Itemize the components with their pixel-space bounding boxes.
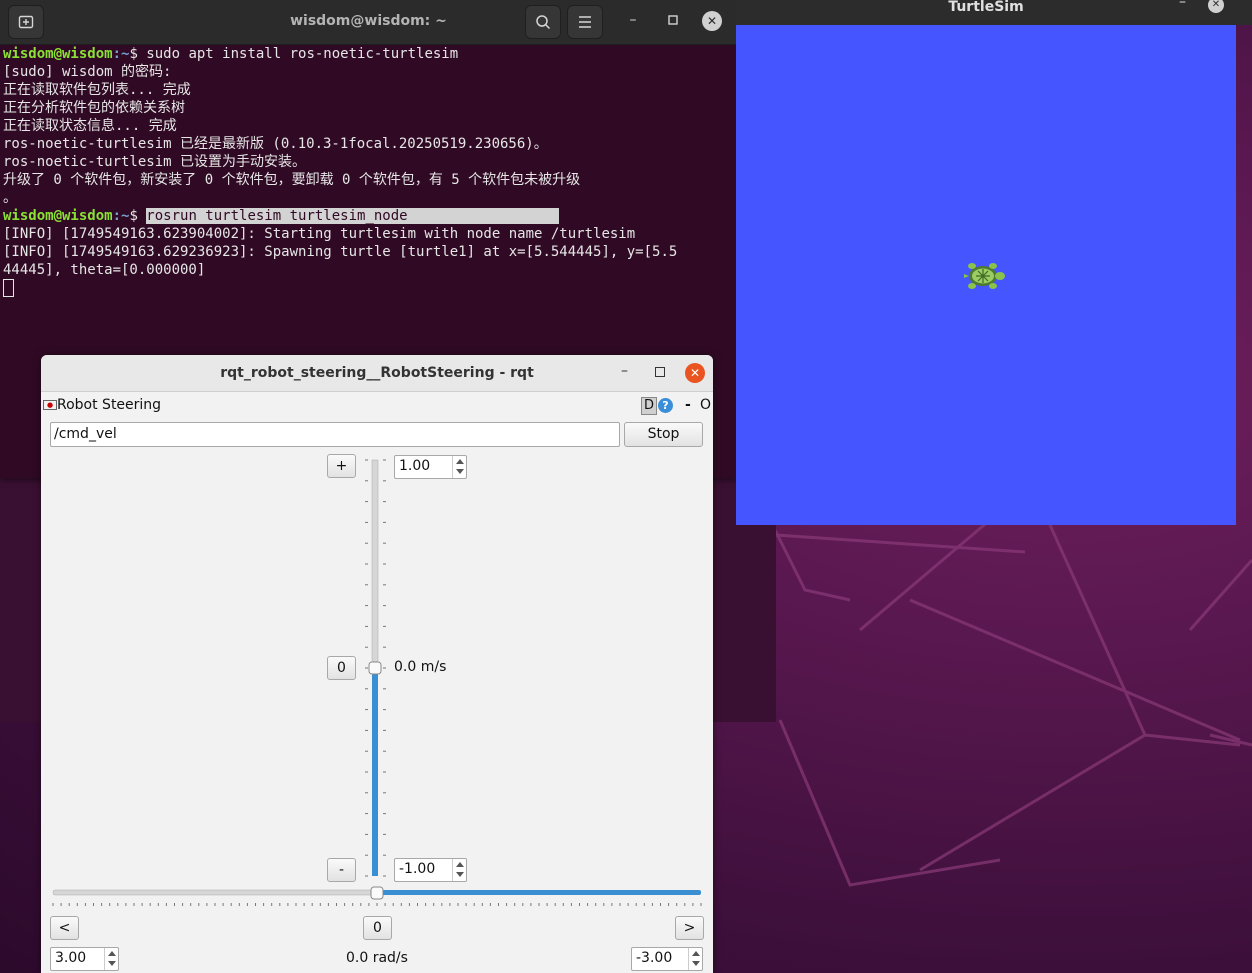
- turn-left-button[interactable]: <: [50, 916, 79, 940]
- slider-fill: [377, 890, 701, 895]
- topic-input[interactable]: /cmd_vel: [50, 422, 620, 447]
- angular-velocity-label: 0.0 rad/s: [346, 950, 408, 966]
- prompt-path: :~: [112, 46, 130, 62]
- terminal-line: 44445], theta=[0.000000]: [3, 262, 206, 278]
- turtlesim-titlebar[interactable]: TurtleSim – ✕: [736, 0, 1252, 25]
- spin-up-icon[interactable]: [456, 459, 464, 464]
- linear-velocity-label: 0.0 m/s: [394, 659, 447, 675]
- command-text: $ sudo apt install ros-noetic-turtlesim: [129, 46, 459, 62]
- terminal-line: wisdom@wisdom:~$ rosrun turtlesim turtle…: [3, 207, 728, 225]
- rqt-title: rqt_robot_steering__RobotSteering - rqt: [220, 365, 534, 381]
- terminal-scrollbar[interactable]: [727, 46, 735, 476]
- angular-left-spinbox[interactable]: 3.00: [50, 947, 119, 971]
- spin-up-icon[interactable]: [108, 951, 116, 956]
- turtlesim-window[interactable]: TurtleSim – ✕: [736, 0, 1252, 525]
- prompt-path: :~: [112, 208, 130, 224]
- spin-up-icon[interactable]: [692, 951, 700, 956]
- linear-min-spinbox[interactable]: -1.00: [394, 858, 467, 882]
- terminal-line: 。: [3, 190, 17, 206]
- spin-arrows[interactable]: [452, 859, 466, 881]
- increase-linear-button[interactable]: +: [327, 454, 356, 478]
- spin-down-icon[interactable]: [456, 469, 464, 474]
- gamepad-icon: ●: [43, 400, 57, 410]
- slider-track: [371, 459, 379, 669]
- prompt-user: wisdom@wisdom: [3, 46, 113, 62]
- angular-right-spinbox[interactable]: -3.00: [631, 947, 703, 971]
- terminal-line: [sudo] wisdom 的密码:: [3, 64, 172, 80]
- terminal-titlebar[interactable]: wisdom@wisdom: ~ – ✕: [0, 0, 737, 45]
- dock-button[interactable]: D: [641, 397, 657, 415]
- plugin-header: ● Robot Steering D ? - O: [41, 395, 713, 417]
- terminal-line: [INFO] [1749549163.629236923]: Spawning …: [3, 244, 678, 260]
- terminal-line: wisdom@wisdom:~$ sudo apt install ros-no…: [3, 45, 728, 63]
- terminal-line: 正在读取状态信息... 完成: [3, 118, 177, 134]
- spin-up-icon[interactable]: [456, 862, 464, 867]
- spin-arrows[interactable]: [452, 456, 466, 478]
- hamburger-menu-icon[interactable]: [567, 5, 603, 39]
- search-icon[interactable]: [525, 5, 561, 39]
- angular-right-value: -3.00: [636, 950, 673, 966]
- reset-linear-button[interactable]: 0: [327, 656, 356, 680]
- turn-right-button[interactable]: >: [675, 916, 704, 940]
- slider-handle[interactable]: [370, 886, 384, 900]
- terminal-line: [INFO] [1749549163.623904002]: Starting …: [3, 226, 636, 242]
- minimize-icon[interactable]: –: [623, 12, 643, 28]
- terminal-line: [3, 279, 728, 299]
- rqt-window[interactable]: rqt_robot_steering__RobotSteering - rqt …: [41, 355, 713, 973]
- terminal-line: 正在读取软件包列表... 完成: [3, 82, 191, 98]
- close-icon[interactable]: ✕: [702, 11, 722, 31]
- help-icon[interactable]: ?: [658, 398, 673, 413]
- prompt-symbol: $: [129, 208, 147, 224]
- linear-max-spinbox[interactable]: 1.00: [394, 455, 467, 479]
- selected-command-text: rosrun turtlesim turtlesim_node: [146, 208, 408, 224]
- minimize-plugin-button[interactable]: -: [685, 397, 691, 413]
- minimize-icon[interactable]: –: [621, 363, 628, 379]
- plugin-title: Robot Steering: [57, 397, 162, 413]
- spin-down-icon[interactable]: [108, 961, 116, 966]
- stop-button[interactable]: Stop: [624, 422, 703, 447]
- reset-angular-button[interactable]: 0: [363, 916, 392, 940]
- spin-arrows[interactable]: [688, 948, 702, 970]
- slider-fill: [372, 668, 378, 876]
- close-plugin-button[interactable]: O: [700, 397, 711, 413]
- turtlesim-canvas: [736, 25, 1236, 525]
- minimize-icon[interactable]: –: [1179, 0, 1186, 10]
- slider-track: [52, 889, 378, 896]
- terminal-cursor: [3, 279, 14, 297]
- prompt-user: wisdom@wisdom: [3, 208, 113, 224]
- spin-down-icon[interactable]: [692, 961, 700, 966]
- maximize-icon[interactable]: [663, 13, 683, 29]
- turtle-icon: [964, 263, 1005, 289]
- terminal-line: ros-noetic-turtlesim 已设置为手动安装。: [3, 154, 307, 170]
- selection-highlight: [407, 208, 560, 224]
- slider-handle[interactable]: [368, 661, 382, 675]
- spin-arrows[interactable]: [104, 948, 118, 970]
- turtlesim-title: TurtleSim: [948, 0, 1024, 15]
- spin-down-icon[interactable]: [456, 872, 464, 877]
- linear-velocity-slider[interactable]: [359, 452, 389, 884]
- angular-velocity-slider[interactable]: [49, 883, 705, 909]
- rqt-titlebar[interactable]: rqt_robot_steering__RobotSteering - rqt …: [41, 355, 713, 392]
- terminal-line: ros-noetic-turtlesim 已经是最新版 (0.10.3-1foc…: [3, 136, 548, 152]
- terminal-output: wisdom@wisdom:~$ sudo apt install ros-no…: [3, 45, 728, 299]
- linear-max-value: 1.00: [399, 458, 431, 474]
- decrease-linear-button[interactable]: -: [327, 858, 356, 882]
- terminal-line: 升级了 0 个软件包，新安装了 0 个软件包，要卸载 0 个软件包，有 5 个软…: [3, 172, 581, 188]
- close-icon[interactable]: ✕: [685, 363, 705, 383]
- linear-min-value: -1.00: [399, 861, 436, 877]
- terminal-line: 正在分析软件包的依赖关系树: [3, 100, 185, 116]
- maximize-icon[interactable]: [655, 367, 665, 377]
- angular-left-value: 3.00: [55, 950, 87, 966]
